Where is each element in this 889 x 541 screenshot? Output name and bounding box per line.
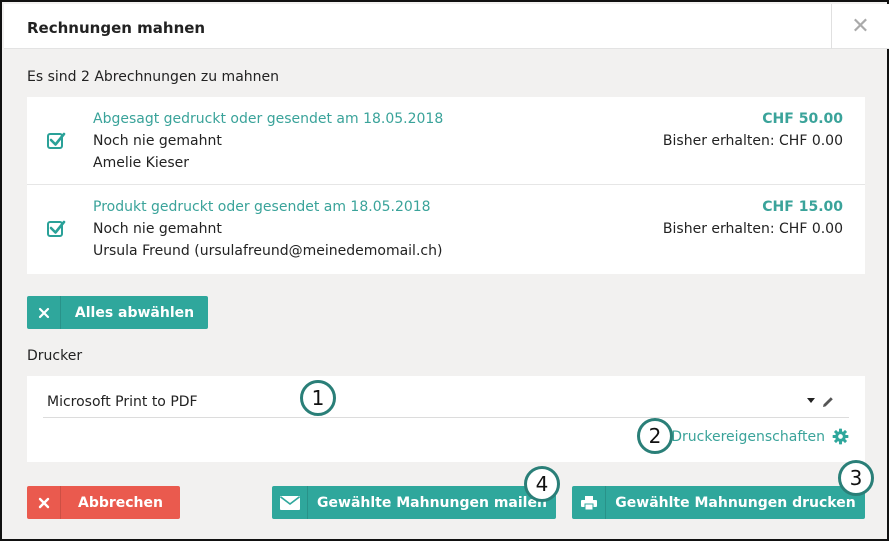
mail-reminders-label: Gewählte Mahnungen mailen [317,494,547,511]
printer-properties-link[interactable]: Druckereigenschaften [671,429,825,445]
envelope-icon [272,486,308,519]
dialog-title: Rechnungen mahnen [27,19,206,37]
checkbox-item-1[interactable] [47,132,66,149]
item-amount: CHF 50.00 [762,111,843,127]
cancel-button[interactable]: Abbrechen [27,486,180,519]
pencil-icon[interactable] [821,394,835,413]
printer-select[interactable]: Microsoft Print to PDF [43,388,849,418]
close-button[interactable]: ✕ [831,4,889,49]
item-received: Bisher erhalten: CHF 0.00 [662,221,843,237]
item-status: Produkt gedruckt oder gesendet am 18.05.… [93,199,431,215]
gear-icon[interactable] [832,428,849,449]
item-reminder-state: Noch nie gemahnt [93,221,222,237]
item-reminder-state: Noch nie gemahnt [93,133,222,149]
item-customer: Ursula Freund (ursulafreund@meinedemomai… [93,243,443,259]
dialog-header: Rechnungen mahnen ✕ [4,4,889,49]
close-icon [27,296,61,329]
list-item: Abgesagt gedruckt oder gesendet am 18.05… [27,97,865,185]
print-reminders-button[interactable]: Gewählte Mahnungen drucken [572,486,865,519]
item-received: Bisher erhalten: CHF 0.00 [662,133,843,149]
annotation-badge-1: 1 [300,380,336,416]
printer-selected-value: Microsoft Print to PDF [47,394,198,410]
list-item: Produkt gedruckt oder gesendet am 18.05.… [27,185,865,273]
annotation-badge-4: 4 [524,466,560,502]
print-reminders-label: Gewählte Mahnungen drucken [615,494,856,511]
checkmark-icon [49,220,66,234]
dialog-subtitle: Es sind 2 Abrechnungen zu mahnen [27,69,279,85]
item-amount: CHF 15.00 [762,199,843,215]
deselect-all-label: Alles abwählen [74,304,195,321]
caret-down-icon [807,398,815,403]
checkmark-icon [49,132,66,146]
dialog-frame: Rechnungen mahnen ✕ Es sind 2 Abrechnung… [0,0,889,541]
close-icon [27,486,61,519]
annotation-badge-3: 3 [838,460,874,496]
printer-icon [572,486,606,519]
close-icon: ✕ [851,14,870,39]
printer-panel: Microsoft Print to PDF Druckereigenschaf… [27,376,865,462]
annotation-badge-2: 2 [637,418,673,454]
invoice-list: Abgesagt gedruckt oder gesendet am 18.05… [27,97,865,274]
checkbox-item-2[interactable] [47,220,66,237]
cancel-label: Abbrechen [77,494,163,511]
deselect-all-button[interactable]: Alles abwählen [27,296,208,329]
item-customer: Amelie Kieser [93,155,190,171]
mail-reminders-button[interactable]: Gewählte Mahnungen mailen [272,486,556,519]
printer-label: Drucker [27,348,83,364]
item-status: Abgesagt gedruckt oder gesendet am 18.05… [93,111,444,127]
